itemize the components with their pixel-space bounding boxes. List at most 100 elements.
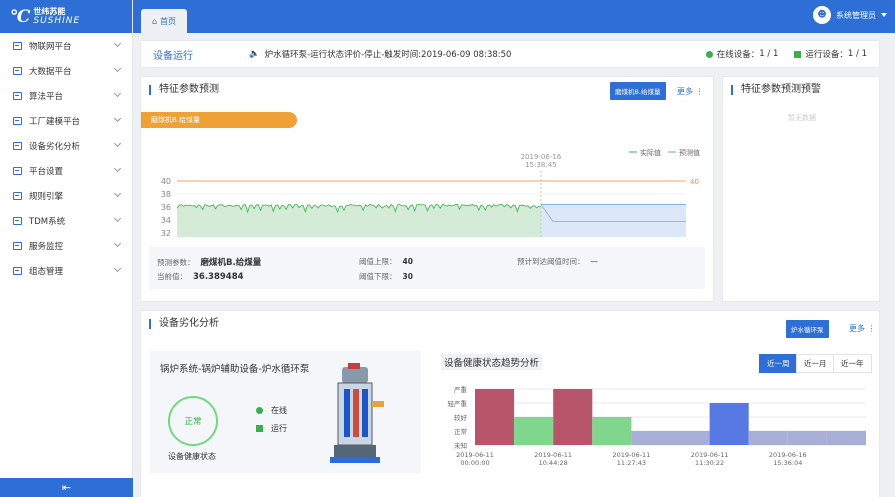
predict-param-button[interactable]: 磨煤机B.给煤量 xyxy=(610,82,666,100)
health-bar xyxy=(592,417,632,445)
sidebar: ℃ 世纬苏能 SUSHINE 物联网平台大数据平台算法平台工厂建模平台 设备劣化分… xyxy=(0,0,133,497)
health-bar xyxy=(553,389,593,445)
upper-value: 40 xyxy=(402,257,413,266)
running-square-legend-icon xyxy=(256,425,263,432)
x-tick-label: 15:36:04 xyxy=(773,459,802,467)
chevron-down-icon xyxy=(113,239,122,248)
chevron-down-icon xyxy=(113,214,122,223)
sidebar-item[interactable]: 工厂建模平台 xyxy=(0,108,132,133)
sidebar-item[interactable]: 组态管理 xyxy=(0,258,132,283)
sidebar-item-label: 大数据平台 xyxy=(29,66,72,77)
current-label: 当前值： xyxy=(157,272,187,281)
predict-info-panel: 预测参数： 磨煤机B.给煤量 当前值： 36.389484 阈值上限： 40 阈值下限… xyxy=(149,247,705,289)
chevron-down-icon xyxy=(113,189,122,198)
sidebar-item-label: TDM系统 xyxy=(29,216,66,227)
sidebar-item[interactable]: 大数据平台 xyxy=(0,58,132,83)
deg-title: 设备劣化分析 xyxy=(149,319,219,329)
y-category-label: 未知 xyxy=(454,441,467,450)
menu-icon xyxy=(13,91,22,100)
top-bar: ⌂ 首页 ☻ 系统管理员 xyxy=(133,0,895,33)
x-tick-label: 2019-06-11 xyxy=(534,451,572,459)
tab-home[interactable]: ⌂ 首页 xyxy=(141,9,187,33)
degradation-card: 设备劣化分析 炉水循环泵 更多 ⋮ 锅炉系统-锅炉辅助设备-炉水循环泵 正常 设… xyxy=(140,310,880,497)
health-label: 设备健康状态 xyxy=(168,452,216,461)
predict-more-label: 更多 xyxy=(677,87,693,96)
sidebar-item-label: 规则引擎 xyxy=(29,191,64,202)
device-select-button[interactable]: 炉水循环泵 xyxy=(786,320,829,338)
lower-label: 阈值下限： xyxy=(359,272,397,281)
menu-icon xyxy=(13,141,22,150)
menu-icon xyxy=(13,241,22,250)
predict-more-link[interactable]: 更多 ⋮ xyxy=(677,86,704,97)
predict-area xyxy=(540,204,686,237)
chevron-down-icon xyxy=(113,114,122,123)
running-value: 1 / 1 xyxy=(847,49,867,59)
menu-icon xyxy=(13,216,22,225)
legend-running-label: 运行 xyxy=(271,424,287,433)
health-bar xyxy=(631,431,671,445)
cursor-time-label: 15:38:45 xyxy=(525,161,556,169)
sidebar-item[interactable]: 服务监控 xyxy=(0,233,132,258)
predict-card: 特征参数预测 磨煤机B.给煤量 更多 ⋮ 磨煤机B.给煤量 30 32 34 36 38… xyxy=(140,76,714,302)
reach-label: 预计到达阈值时间： xyxy=(517,257,585,266)
health-status-circle: 正常 xyxy=(168,396,218,446)
health-bar xyxy=(514,417,554,445)
chevron-down-icon xyxy=(881,13,887,17)
sidebar-item[interactable]: 平台设置 xyxy=(0,158,132,183)
y-tick-label: 38 xyxy=(161,190,171,199)
sidebar-item[interactable]: 规则引擎 xyxy=(0,183,132,208)
x-tick-label: 11:27:43 xyxy=(617,459,646,467)
range-year-button[interactable]: 近一年 xyxy=(833,354,872,373)
deg-more-label: 更多 xyxy=(849,324,865,333)
param-label: 预测参数： xyxy=(157,258,195,267)
range-week-button[interactable]: 近一周 xyxy=(759,354,798,373)
device-system-name: 锅炉系统-锅炉辅助设备-炉水循环泵 xyxy=(160,364,310,375)
reach-value: — xyxy=(590,257,599,266)
y-tick-label: 32 xyxy=(161,229,171,237)
sidebar-item-label: 算法平台 xyxy=(29,91,64,102)
sidebar-item[interactable]: TDM系统 xyxy=(0,208,132,233)
user-name: 系统管理员 xyxy=(836,10,876,20)
home-icon: ⌂ xyxy=(151,16,158,26)
y-tick-label: 34 xyxy=(161,216,171,225)
sidebar-item[interactable]: 算法平台 xyxy=(0,83,132,108)
avatar-icon: ☻ xyxy=(813,6,831,24)
online-circle-icon xyxy=(256,407,263,414)
current-value: 36.389484 xyxy=(193,272,244,282)
health-bar xyxy=(748,431,788,445)
lower-value: 30 xyxy=(402,272,413,281)
sidebar-item[interactable]: 设备劣化分析 xyxy=(0,133,132,158)
y-category-label: 正常 xyxy=(454,427,467,436)
sidebar-item[interactable]: 物联网平台 xyxy=(0,33,132,58)
trend-title: 设备健康状态趋势分析 xyxy=(441,354,543,370)
brand-en: SUSHINE xyxy=(33,16,81,26)
x-tick-label: 2019-06-11 xyxy=(613,451,651,459)
brand-cn: 世纬苏能 xyxy=(33,7,66,16)
collapse-icon: ⇤ xyxy=(61,481,72,494)
health-bar xyxy=(475,389,515,445)
sidebar-item-label: 组态管理 xyxy=(29,266,64,277)
health-bar xyxy=(787,431,827,445)
sidebar-item-label: 服务监控 xyxy=(29,241,64,252)
logo-mark-icon: ℃ xyxy=(10,6,31,27)
user-menu[interactable]: ☻ 系统管理员 xyxy=(813,6,887,24)
collapse-sidebar-button[interactable]: ⇤ xyxy=(0,478,133,497)
deg-more-link[interactable]: 更多 ⋮ xyxy=(849,323,876,334)
chevron-down-icon xyxy=(113,64,122,73)
sidebar-item-label: 物联网平台 xyxy=(29,41,72,52)
status-bar: 设备运行 🔈 炉水循环泵-运行状态评价-停止-触发时间:2019-06-09 0… xyxy=(140,40,880,68)
range-month-button[interactable]: 近一月 xyxy=(796,354,835,373)
chevron-down-icon xyxy=(113,264,122,273)
logo: ℃ 世纬苏能 SUSHINE xyxy=(0,0,132,33)
device-panel: 锅炉系统-锅炉辅助设备-炉水循环泵 正常 设备健康状态 在线 运行 xyxy=(150,351,421,473)
health-bar xyxy=(670,431,710,445)
x-tick-label: 2019-06-11 xyxy=(456,451,494,459)
y-tick-label: 36 xyxy=(161,203,171,212)
health-bar xyxy=(709,403,749,445)
menu-icon xyxy=(13,116,22,125)
running-label: 运行设备： xyxy=(805,50,848,60)
menu-icon xyxy=(13,266,22,275)
legend-online-label: 在线 xyxy=(271,406,287,415)
threshold-label: 40 xyxy=(690,178,699,186)
param-value: 磨煤机B.给煤量 xyxy=(200,258,262,268)
